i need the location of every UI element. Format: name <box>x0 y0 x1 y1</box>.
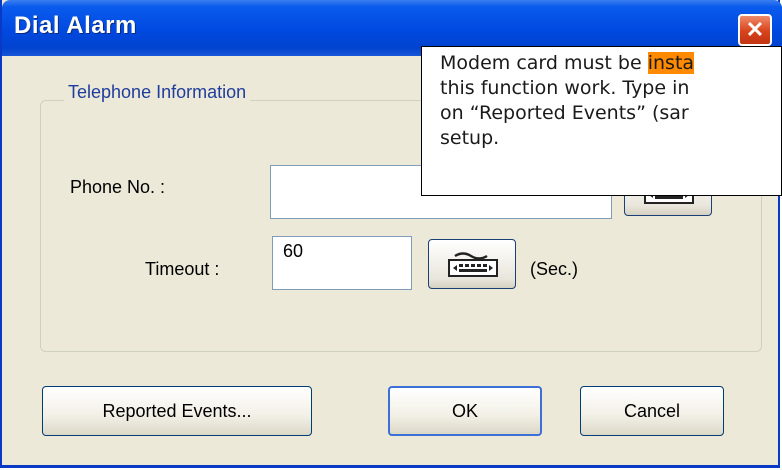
callout-line-4: setup. <box>440 127 500 149</box>
close-icon: ✕ <box>745 17 765 42</box>
callout-line-1: Modem card must be insta <box>440 51 781 76</box>
cancel-button[interactable]: Cancel <box>580 386 724 436</box>
phone-label: Phone No. : <box>70 177 166 197</box>
annotation-callout: Modem card must be insta this function w… <box>421 46 782 196</box>
callout-highlight: insta <box>647 52 695 74</box>
timeout-input[interactable]: 60 <box>272 236 412 290</box>
window-title: Dial Alarm <box>14 12 137 39</box>
keyboard-icon <box>448 252 498 277</box>
reported-events-button[interactable]: Reported Events... <box>42 386 312 436</box>
timeout-unit-label: (Sec.) <box>530 259 579 279</box>
group-legend: Telephone Information <box>64 82 251 103</box>
timeout-keypad-button[interactable] <box>428 239 516 289</box>
timeout-label: Timeout : <box>145 259 220 279</box>
callout-line-1-text: Modem card must be <box>440 52 648 74</box>
ok-button[interactable]: OK <box>388 386 542 436</box>
callout-line-2: this function work. Type in <box>440 77 690 99</box>
callout-line-3: on “Reported Events” (sar <box>440 102 689 124</box>
close-button[interactable]: ✕ <box>738 14 772 46</box>
